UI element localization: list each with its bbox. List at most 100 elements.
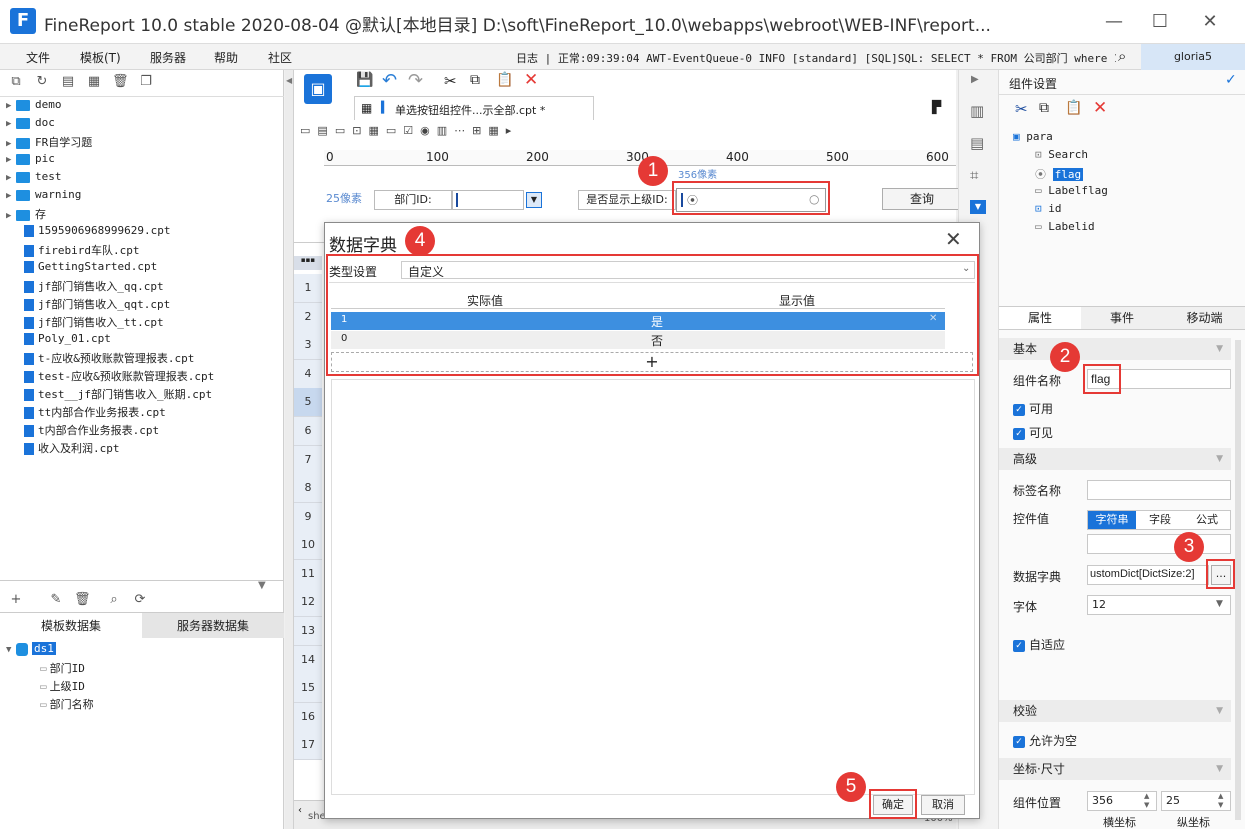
save-icon[interactable]: 💾 (356, 72, 373, 88)
row-header[interactable]: 5 (294, 388, 322, 417)
value-tab-formula[interactable]: 公式 (1184, 511, 1230, 529)
row-header[interactable]: 3 (294, 331, 322, 360)
collapse-arrow-icon[interactable]: ▼ (258, 580, 266, 591)
tree-folder[interactable]: ▶ FR自学习题 (6, 134, 282, 152)
preview-icon[interactable]: ⌕ (106, 592, 122, 608)
menu-file[interactable]: 文件 (26, 49, 50, 66)
row-header[interactable]: 2 (294, 303, 322, 332)
menu-help[interactable]: 帮助 (214, 49, 238, 66)
row-header[interactable]: 1 (294, 274, 322, 303)
allow-empty-checkbox[interactable]: ✓ 允许为空 (1013, 732, 1077, 749)
open-icon[interactable]: ▤ (60, 74, 76, 90)
number-widget-icon[interactable]: ▭ (386, 124, 396, 137)
template-tab[interactable]: ▦ ▍ 单选按钮组控件...示全部.cpt * (354, 96, 594, 120)
tree-file[interactable]: firebird车队.cpt (24, 242, 282, 260)
value-tab-field[interactable]: 字段 (1136, 511, 1184, 529)
tree-folder[interactable]: ▶ doc (6, 116, 282, 134)
close-button[interactable]: ✕ (1190, 8, 1230, 36)
control-value-input[interactable] (1087, 534, 1231, 554)
component-node[interactable]: ▭ Labelid (1013, 220, 1108, 238)
tree-file[interactable]: Poly_01.cpt (24, 332, 282, 350)
delete-icon[interactable]: ✕ (524, 70, 538, 90)
delete-dataset-icon[interactable]: 🗑 (74, 592, 91, 608)
menu-template[interactable]: 模板(T) (80, 49, 121, 66)
tree-file[interactable]: GettingStarted.cpt (24, 260, 282, 278)
splitter[interactable]: ◀ (285, 70, 294, 829)
tree-file[interactable]: tt内部合作业务报表.cpt (24, 404, 282, 422)
tab-template-dataset[interactable]: 模板数据集 (0, 612, 142, 638)
layout-icon[interactable]: ▥ (970, 102, 984, 120)
tree-file[interactable]: jf部门销售收入_qqt.cpt (24, 296, 282, 314)
radio-widget-icon[interactable]: ◉ (420, 124, 430, 137)
tree-folder[interactable]: ▶ pic (6, 152, 282, 170)
component-node[interactable]: ▣ para (1013, 130, 1108, 148)
row-header[interactable]: 4 (294, 360, 322, 389)
collapse-icon[interactable]: ❐ (138, 74, 154, 90)
row-header[interactable]: 7 (294, 446, 322, 475)
refresh-dataset-icon[interactable]: ⟳ (132, 592, 148, 608)
row-header[interactable]: 6 (294, 417, 322, 446)
dialog-close-icon[interactable]: ✕ (945, 227, 962, 251)
dept-id-input[interactable] (452, 190, 524, 210)
row-header[interactable]: 12 (294, 588, 322, 617)
row-header[interactable]: 10 (294, 531, 322, 560)
row-header[interactable]: 14 (294, 646, 322, 675)
tab-server-dataset[interactable]: 服务器数据集 (142, 612, 284, 638)
dropdown-icon[interactable]: ▼ (526, 192, 542, 208)
font-size-select[interactable]: 12 ▼ (1087, 595, 1231, 615)
frame-icon[interactable]: ⌗ (970, 166, 978, 184)
tree-file[interactable]: t-应收&预收账款管理报表.cpt (24, 350, 282, 368)
more-widget-icon[interactable]: ▸ (506, 124, 512, 137)
property-icon[interactable]: ▤ (970, 134, 984, 152)
form-design-icon[interactable]: ▣ (304, 74, 332, 104)
copy-icon[interactable]: ⧉ (470, 72, 480, 88)
rename-icon[interactable]: ▦ (86, 74, 102, 90)
tab-events[interactable]: 事件 (1081, 307, 1163, 329)
tree-file[interactable]: t内部合作业务报表.cpt (24, 422, 282, 440)
text-widget-icon[interactable]: ▭ (335, 124, 345, 137)
new-folder-icon[interactable]: ⧉ (8, 74, 24, 90)
add-dataset-icon[interactable]: + (8, 592, 24, 608)
redo-icon[interactable]: ↷ (408, 70, 423, 91)
enabled-checkbox[interactable]: ✓ 可用 (1013, 400, 1053, 417)
row-header[interactable]: 11 (294, 560, 322, 589)
minimize-button[interactable]: — (1094, 8, 1134, 36)
widget-settings-icon[interactable]: ▼ (970, 200, 986, 214)
spinner-icon[interactable]: ▲ ▼ (1144, 792, 1149, 810)
menu-server[interactable]: 服务器 (150, 49, 186, 66)
collapse-right-icon[interactable]: ▶ (971, 74, 979, 85)
tree-file[interactable]: jf部门销售收入_qq.cpt (24, 278, 282, 296)
search-icon[interactable]: ⌕ (1118, 47, 1126, 65)
pin-icon[interactable]: ✓ (1225, 72, 1237, 88)
row-header[interactable]: 17 (294, 731, 322, 760)
row-header[interactable]: 9 (294, 503, 322, 532)
query-button[interactable]: 查询 (882, 188, 962, 210)
cancel-button[interactable]: 取消 (921, 795, 965, 815)
scrollbar[interactable] (1235, 340, 1241, 820)
cut-icon[interactable]: ✂ (444, 72, 457, 90)
section-basic[interactable]: 基本 ▼ (999, 338, 1231, 360)
label-widget-icon[interactable]: ▭ (300, 124, 310, 137)
section-advanced[interactable]: 高级 ▼ (999, 448, 1231, 470)
param-label-dept-id[interactable]: 部门ID: (374, 190, 452, 210)
tree-widget-icon[interactable]: ⊞ (472, 124, 481, 137)
tree-file[interactable]: test__jf部门销售收入_账期.cpt (24, 386, 282, 404)
dataset-field[interactable]: ▭ 部门ID (6, 660, 94, 678)
value-tab-string[interactable]: 字符串 (1088, 511, 1136, 529)
row-header[interactable]: 13 (294, 617, 322, 646)
copy-icon[interactable]: ⧉ (1039, 100, 1049, 116)
pos-y-input[interactable]: 25 ▲ ▼ (1161, 791, 1231, 811)
combo-widget-icon[interactable]: ⊡ (352, 124, 361, 137)
paste-icon[interactable]: 📋 (496, 72, 513, 88)
refresh-icon[interactable]: ↻ (34, 74, 50, 90)
textarea-widget-icon[interactable]: ▥ (437, 124, 447, 137)
tree-folder[interactable]: ▶ 存 (6, 206, 282, 224)
date-widget-icon[interactable]: ▦ (368, 124, 378, 137)
tag-name-input[interactable] (1087, 480, 1231, 500)
component-node[interactable]: ▭ Labelflag (1013, 184, 1108, 202)
data-dictionary-field[interactable]: ustomDict[DictSize:2] (1087, 565, 1209, 585)
paste-icon[interactable]: 📋 (1065, 100, 1082, 116)
tree-folder[interactable]: ▶ warning (6, 188, 282, 206)
cut-icon[interactable]: ✂ (1015, 100, 1028, 118)
delete-icon[interactable]: 🗑 (112, 74, 129, 90)
